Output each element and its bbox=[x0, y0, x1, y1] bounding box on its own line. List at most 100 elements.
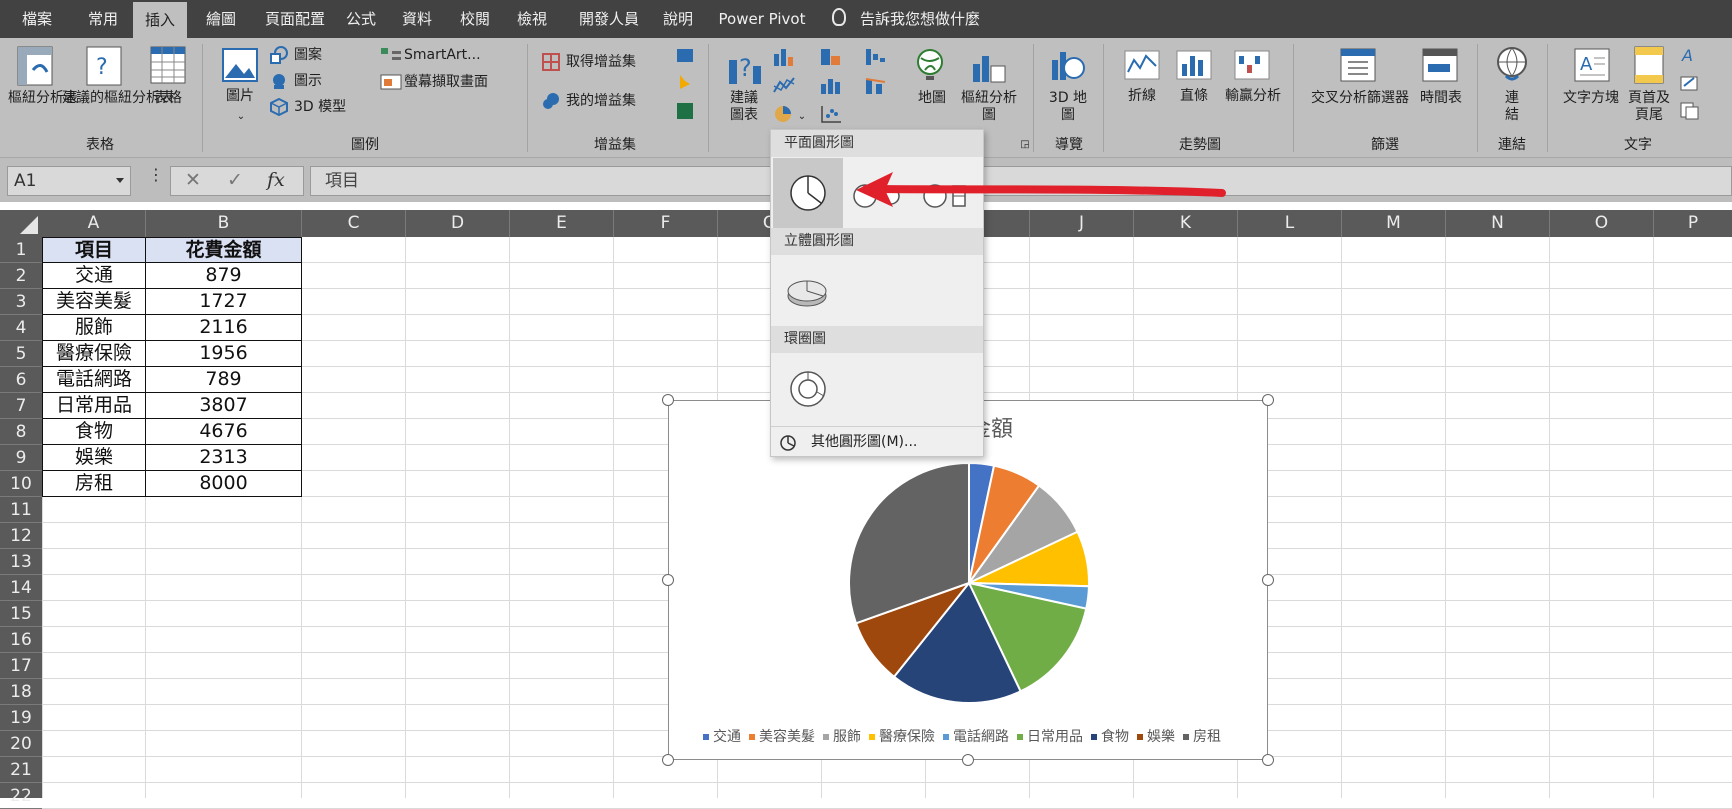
column-header-b[interactable]: B bbox=[146, 210, 302, 237]
table-button[interactable]: 表格 bbox=[148, 90, 188, 107]
more-pie-charts-option[interactable]: 其他圓形圖(M)... bbox=[771, 426, 983, 456]
row-header[interactable]: 2 bbox=[0, 263, 42, 289]
cell-amount[interactable]: 8000 bbox=[146, 471, 302, 497]
resize-handle-bottom[interactable] bbox=[962, 754, 974, 766]
name-box[interactable]: A1 bbox=[7, 166, 131, 196]
cell-header-item[interactable]: 項目 bbox=[42, 237, 146, 263]
row-header[interactable]: 14 bbox=[0, 575, 42, 601]
tab-page-layout[interactable]: 頁面配置 bbox=[253, 0, 337, 38]
tab-power-pivot[interactable]: Power Pivot bbox=[712, 0, 812, 38]
cell-amount[interactable]: 789 bbox=[146, 367, 302, 393]
sparkline-winloss-button[interactable]: 輸贏分析 bbox=[1220, 88, 1286, 105]
cell-amount[interactable]: 1956 bbox=[146, 341, 302, 367]
column-header-o[interactable]: O bbox=[1550, 210, 1654, 237]
link-button[interactable]: 連結 bbox=[1502, 90, 1522, 124]
cell-header-amount[interactable]: 花費金額 bbox=[146, 237, 302, 263]
row-header[interactable]: 21 bbox=[0, 757, 42, 783]
legend-entry[interactable]: 醫療保險 bbox=[869, 726, 935, 746]
cell-amount[interactable]: 2116 bbox=[146, 315, 302, 341]
cell-item[interactable]: 食物 bbox=[42, 419, 146, 445]
tab-file[interactable]: 檔案 bbox=[8, 0, 66, 38]
tab-data[interactable]: 資料 bbox=[393, 0, 441, 38]
resize-handle-top-left[interactable] bbox=[662, 394, 674, 406]
tab-draw[interactable]: 繪圖 bbox=[195, 0, 247, 38]
select-all-button[interactable] bbox=[20, 216, 38, 234]
row-header[interactable]: 12 bbox=[0, 523, 42, 549]
row-header[interactable]: 4 bbox=[0, 315, 42, 341]
row-header[interactable]: 5 bbox=[0, 341, 42, 367]
donut-option[interactable] bbox=[773, 354, 843, 424]
pivot-table-button[interactable]: 樞紐分析表 bbox=[8, 90, 78, 107]
my-addins-button[interactable]: 我的增益集 bbox=[566, 93, 636, 110]
cell-item[interactable]: 娛樂 bbox=[42, 445, 146, 471]
sparkline-line-button[interactable]: 折線 bbox=[1122, 88, 1162, 105]
legend-entry[interactable]: 娛樂 bbox=[1137, 726, 1175, 746]
row-header[interactable]: 17 bbox=[0, 653, 42, 679]
screenshot-button[interactable]: 螢幕擷取畫面 bbox=[404, 74, 488, 91]
tab-help[interactable]: 說明 bbox=[656, 0, 700, 38]
cell-item[interactable]: 交通 bbox=[42, 263, 146, 289]
tab-insert[interactable]: 插入 bbox=[133, 2, 187, 38]
column-header-e[interactable]: E bbox=[510, 210, 614, 237]
legend-entry[interactable]: 交通 bbox=[703, 726, 741, 746]
row-header[interactable]: 6 bbox=[0, 367, 42, 393]
pictures-button[interactable]: 圖片 bbox=[222, 88, 258, 105]
textbox-button[interactable]: 文字方塊 bbox=[1558, 90, 1624, 107]
cell-item[interactable]: 服飾 bbox=[42, 315, 146, 341]
get-addins-button[interactable]: 取得增益集 bbox=[566, 54, 636, 71]
insert-function-button[interactable]: fx bbox=[267, 169, 285, 191]
row-header[interactable]: 9 bbox=[0, 445, 42, 471]
cell-amount[interactable]: 4676 bbox=[146, 419, 302, 445]
tab-view[interactable]: 檢視 bbox=[507, 0, 557, 38]
bar-of-pie-option[interactable] bbox=[913, 158, 983, 228]
column-header-k[interactable]: K bbox=[1134, 210, 1238, 237]
legend-entry[interactable]: 房租 bbox=[1183, 726, 1221, 746]
row-header[interactable]: 19 bbox=[0, 705, 42, 731]
column-header-j[interactable]: J bbox=[1030, 210, 1134, 237]
column-header-m[interactable]: M bbox=[1342, 210, 1446, 237]
3d-model-button[interactable]: 3D 模型 bbox=[294, 99, 346, 116]
slicer-button[interactable]: 交叉分析篩選器 bbox=[1305, 90, 1415, 107]
row-header[interactable]: 7 bbox=[0, 393, 42, 419]
tab-review[interactable]: 校閱 bbox=[450, 0, 500, 38]
row-header[interactable]: 3 bbox=[0, 289, 42, 315]
recommended-pivot-button[interactable]: 建議的樞紐分析表 bbox=[62, 90, 174, 107]
icons-button[interactable]: 圖示 bbox=[294, 73, 322, 90]
column-header-p[interactable]: P bbox=[1654, 210, 1732, 237]
column-header-d[interactable]: D bbox=[406, 210, 510, 237]
row-header[interactable]: 20 bbox=[0, 731, 42, 757]
row-header[interactable]: 11 bbox=[0, 497, 42, 523]
cell-amount[interactable]: 2313 bbox=[146, 445, 302, 471]
row-header[interactable]: 16 bbox=[0, 627, 42, 653]
column-header-f[interactable]: F bbox=[614, 210, 718, 237]
cell-item[interactable]: 日常用品 bbox=[42, 393, 146, 419]
header-footer-button[interactable]: 頁首及頁尾 bbox=[1624, 90, 1674, 124]
3d-map-button[interactable]: 3D 地圖 bbox=[1048, 90, 1088, 124]
shapes-button[interactable]: 圖案 bbox=[294, 47, 322, 64]
cell-amount[interactable]: 879 bbox=[146, 263, 302, 289]
legend-entry[interactable]: 食物 bbox=[1091, 726, 1129, 746]
formula-input[interactable]: 項目 bbox=[310, 166, 1732, 196]
row-header[interactable]: 10 bbox=[0, 471, 42, 497]
pie-chart-icon[interactable] bbox=[773, 104, 795, 124]
cell-item[interactable]: 美容美髮 bbox=[42, 289, 146, 315]
row-header[interactable]: 22 bbox=[0, 783, 42, 809]
resize-handle-left[interactable] bbox=[662, 574, 674, 586]
row-header[interactable]: 15 bbox=[0, 601, 42, 627]
resize-handle-top-right[interactable] bbox=[1262, 394, 1274, 406]
timeline-button[interactable]: 時間表 bbox=[1418, 90, 1464, 107]
tab-developer[interactable]: 開發人員 bbox=[568, 0, 650, 38]
pie-of-pie-option[interactable] bbox=[843, 158, 913, 228]
sparkline-column-button[interactable]: 直條 bbox=[1174, 88, 1214, 105]
resize-handle-bottom-left[interactable] bbox=[662, 754, 674, 766]
cell-item[interactable]: 醫療保險 bbox=[42, 341, 146, 367]
dialog-launcher-icon[interactable]: ◲ bbox=[1019, 136, 1031, 153]
row-header[interactable]: 1 bbox=[0, 237, 42, 263]
tab-formulas[interactable]: 公式 bbox=[340, 0, 382, 38]
legend-entry[interactable]: 電話網路 bbox=[943, 726, 1009, 746]
enter-icon[interactable]: ✓ bbox=[227, 169, 243, 191]
resize-handle-right[interactable] bbox=[1262, 574, 1274, 586]
column-header-l[interactable]: L bbox=[1238, 210, 1342, 237]
cancel-icon[interactable]: ✕ bbox=[185, 169, 201, 191]
row-header[interactable]: 8 bbox=[0, 419, 42, 445]
